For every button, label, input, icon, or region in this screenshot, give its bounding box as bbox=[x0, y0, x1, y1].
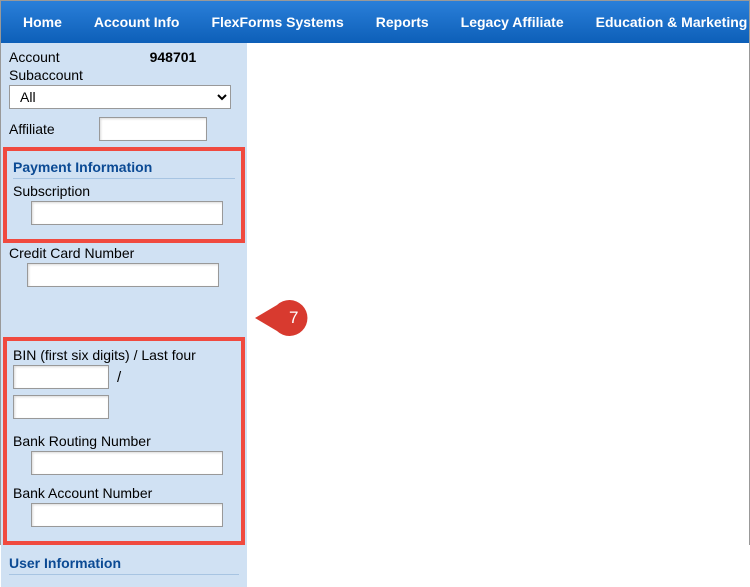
nav-home[interactable]: Home bbox=[7, 2, 78, 42]
last4-input[interactable] bbox=[13, 395, 109, 419]
subscription-label: Subscription bbox=[13, 183, 235, 199]
subaccount-label: Subaccount bbox=[9, 67, 239, 83]
nav-flexforms[interactable]: FlexForms Systems bbox=[195, 2, 359, 42]
affiliate-input[interactable] bbox=[99, 117, 207, 141]
cc-label: Credit Card Number bbox=[9, 245, 239, 261]
bank-account-input[interactable] bbox=[31, 503, 223, 527]
routing-input[interactable] bbox=[31, 451, 223, 475]
sidebar: Account 948701 Subaccount All Affiliate … bbox=[1, 43, 247, 587]
subscription-input[interactable] bbox=[31, 201, 223, 225]
user-info-header: User Information bbox=[9, 551, 239, 575]
bin-label: BIN (first six digits) / Last four bbox=[13, 347, 235, 363]
slash-separator: / bbox=[117, 369, 121, 386]
nav-reports[interactable]: Reports bbox=[360, 2, 445, 42]
bin-input[interactable] bbox=[13, 365, 109, 389]
account-label: Account bbox=[9, 49, 60, 65]
cc-input[interactable] bbox=[27, 263, 219, 287]
routing-label: Bank Routing Number bbox=[13, 433, 235, 449]
highlight-payment-top: Payment Information Subscription bbox=[3, 147, 245, 243]
nav-account-info[interactable]: Account Info bbox=[78, 2, 196, 42]
main-content bbox=[247, 43, 749, 587]
top-nav: Home Account Info FlexForms Systems Repo… bbox=[1, 1, 749, 43]
account-value: 948701 bbox=[150, 49, 197, 65]
nav-legacy-affiliate[interactable]: Legacy Affiliate bbox=[445, 2, 580, 42]
payment-info-header: Payment Information bbox=[13, 155, 235, 179]
nav-education-marketing[interactable]: Education & Marketing bbox=[580, 2, 749, 42]
bank-account-label: Bank Account Number bbox=[13, 485, 235, 501]
highlight-payment-bottom: BIN (first six digits) / Last four / Ban… bbox=[3, 337, 245, 545]
affiliate-label: Affiliate bbox=[9, 121, 55, 137]
subaccount-select[interactable]: All bbox=[9, 85, 231, 109]
